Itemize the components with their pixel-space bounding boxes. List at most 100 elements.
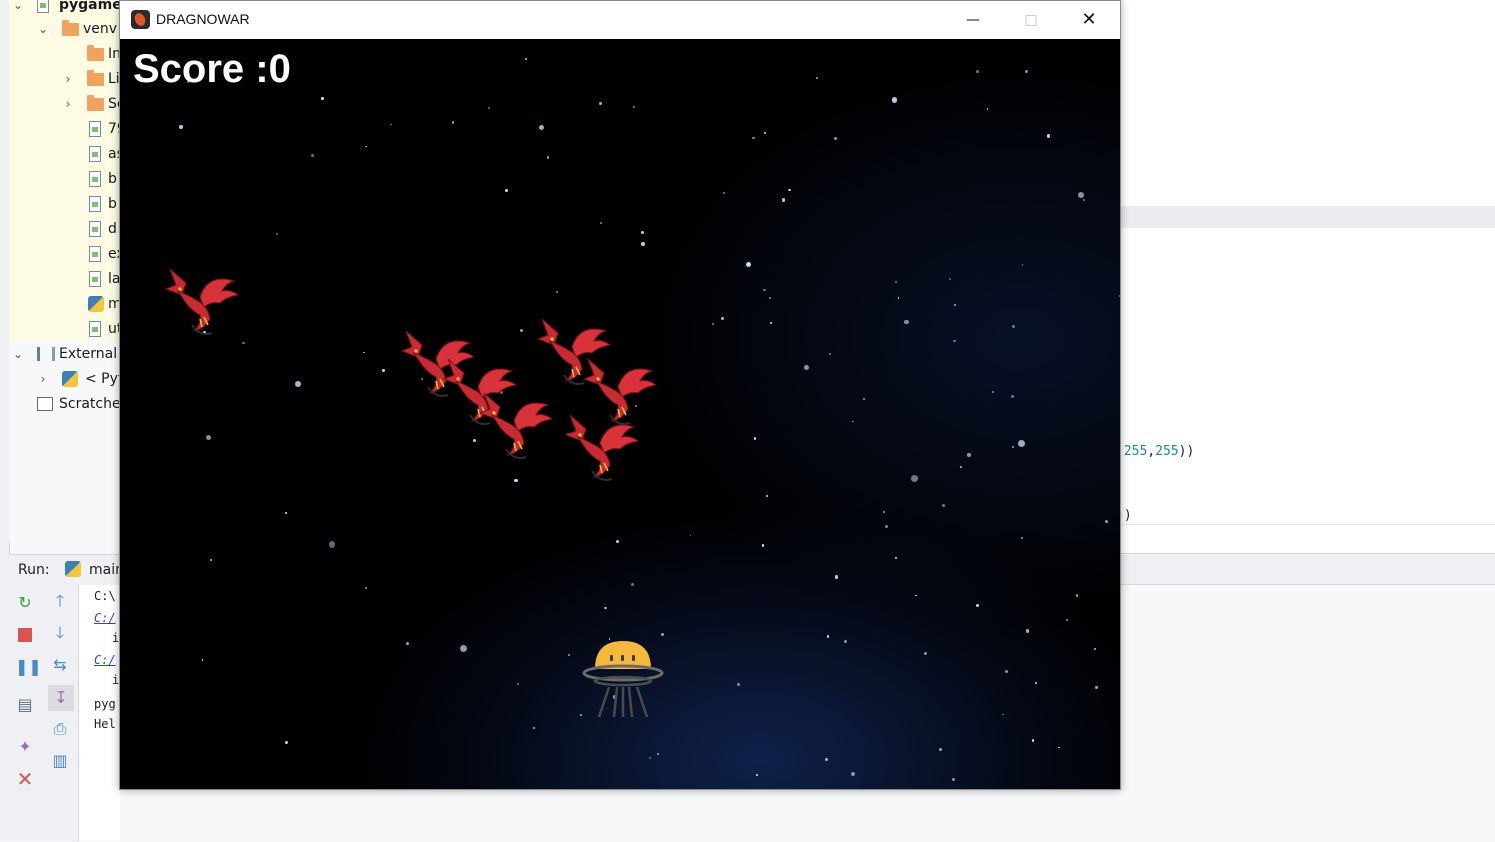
star — [661, 633, 665, 637]
console-link[interactable]: C:/ — [94, 653, 116, 667]
tree-item-project[interactable]: ⌄ pygame — [9, 0, 122, 18]
code-text: )) — [1178, 444, 1195, 459]
star — [205, 434, 212, 441]
tree-item-label: venv — [83, 21, 118, 37]
tree-item-scratches[interactable]: Scratches — [9, 392, 128, 417]
star — [763, 288, 766, 292]
image-file-icon — [89, 221, 101, 237]
star — [825, 757, 829, 761]
star — [941, 503, 945, 507]
star — [525, 57, 528, 61]
chevron-right-icon[interactable]: › — [61, 92, 75, 117]
tree-item-venv[interactable]: ⌄ venv — [9, 17, 120, 42]
star — [1057, 746, 1060, 749]
star — [953, 304, 956, 306]
star — [649, 757, 652, 760]
star — [1010, 394, 1015, 399]
star — [991, 390, 994, 394]
tree-item[interactable]: d — [9, 217, 120, 242]
tree-item-external-libraries[interactable]: ⌄ External L — [9, 342, 129, 367]
star — [1005, 670, 1009, 674]
run-tool-window-header: Run: main — [9, 554, 124, 586]
tree-item[interactable]: › Li — [9, 67, 120, 92]
star — [923, 652, 927, 655]
trash-icon[interactable]: ▥ — [50, 751, 70, 771]
stop-icon[interactable] — [15, 625, 35, 645]
scroll-to-end-icon[interactable]: ↧ — [48, 685, 74, 711]
editor-current-line — [1121, 206, 1495, 228]
tree-item[interactable]: b — [9, 167, 120, 192]
star — [616, 540, 620, 544]
star — [364, 586, 367, 589]
star — [768, 297, 771, 299]
close-icon[interactable]: ✕ — [15, 769, 35, 789]
tree-item[interactable]: b — [9, 192, 120, 217]
star — [960, 465, 963, 468]
close-button[interactable]: ✕ — [1060, 1, 1118, 39]
star — [294, 380, 302, 388]
star — [1034, 681, 1038, 684]
arrow-down-icon[interactable]: 🡓 — [50, 623, 70, 643]
star — [1083, 199, 1086, 202]
star — [1011, 324, 1015, 328]
chevron-down-icon[interactable]: ⌄ — [11, 342, 25, 367]
tree-item[interactable]: as — [9, 142, 124, 167]
star — [1093, 647, 1097, 651]
tree-item[interactable]: m — [9, 292, 122, 317]
star — [1002, 713, 1004, 716]
chevron-down-icon[interactable]: ⌄ — [36, 17, 50, 42]
chevron-right-icon[interactable]: › — [61, 67, 75, 92]
star — [803, 364, 809, 370]
app-icon — [131, 10, 150, 29]
star — [689, 534, 692, 537]
star — [201, 658, 204, 661]
star — [1066, 618, 1068, 621]
star — [328, 541, 336, 549]
game-window[interactable]: DRAGNOWAR — □ ✕ Score:0 — [119, 0, 1121, 790]
star — [986, 108, 989, 110]
tree-item[interactable]: › Sc — [9, 92, 125, 117]
chevron-down-icon[interactable]: ⌄ — [11, 0, 25, 18]
star — [538, 125, 544, 131]
arrow-up-icon[interactable]: 🡑 — [50, 591, 70, 611]
image-file-icon — [89, 146, 101, 162]
star — [657, 753, 660, 756]
star — [321, 97, 324, 100]
window-titlebar[interactable]: DRAGNOWAR — □ ✕ — [120, 1, 1120, 39]
layout-icon[interactable]: ▤ — [15, 695, 35, 715]
project-tree-panel: ⌄ pygame ⌄ venv In › Li › Sc 79 as b b d — [9, 0, 126, 342]
star — [364, 145, 367, 148]
star — [1094, 686, 1098, 690]
rerun-icon[interactable]: ↻ — [15, 593, 35, 613]
soft-wrap-icon[interactable]: ⇆ — [50, 655, 70, 675]
tree-item-python-sdk[interactable]: › < Pyt — [9, 367, 123, 392]
star — [382, 369, 385, 372]
star — [891, 97, 898, 104]
star — [862, 398, 865, 401]
print-icon[interactable]: ⎙ — [50, 719, 70, 739]
star — [599, 221, 602, 224]
star — [519, 329, 523, 333]
tree-item[interactable]: ut — [9, 317, 122, 342]
pin-icon[interactable]: ✦ — [15, 737, 35, 757]
chevron-right-icon[interactable]: › — [36, 367, 50, 392]
game-canvas[interactable]: Score :0 — [120, 39, 1120, 789]
star — [712, 323, 715, 325]
star — [1078, 192, 1084, 198]
tree-item[interactable]: In — [9, 42, 121, 67]
pause-icon[interactable]: ❚❚ — [15, 657, 42, 677]
tree-item[interactable]: la — [9, 267, 120, 292]
run-toolbar-secondary: 🡑 🡓 ⇆ ↧ ⎙ ▥ — [43, 585, 79, 841]
score-display: Score :0 — [133, 47, 291, 91]
tree-item[interactable]: 79 — [9, 117, 126, 142]
tree-item[interactable]: ex — [9, 242, 125, 267]
star — [1026, 629, 1030, 633]
star — [1017, 439, 1025, 447]
star — [737, 682, 741, 686]
star — [826, 634, 830, 638]
console-link[interactable]: C:/ — [94, 611, 116, 625]
minimize-button[interactable]: — — [944, 1, 1002, 39]
star — [753, 437, 757, 440]
console-line: C:\ — [94, 589, 116, 603]
maximize-button[interactable]: □ — [1002, 1, 1060, 39]
